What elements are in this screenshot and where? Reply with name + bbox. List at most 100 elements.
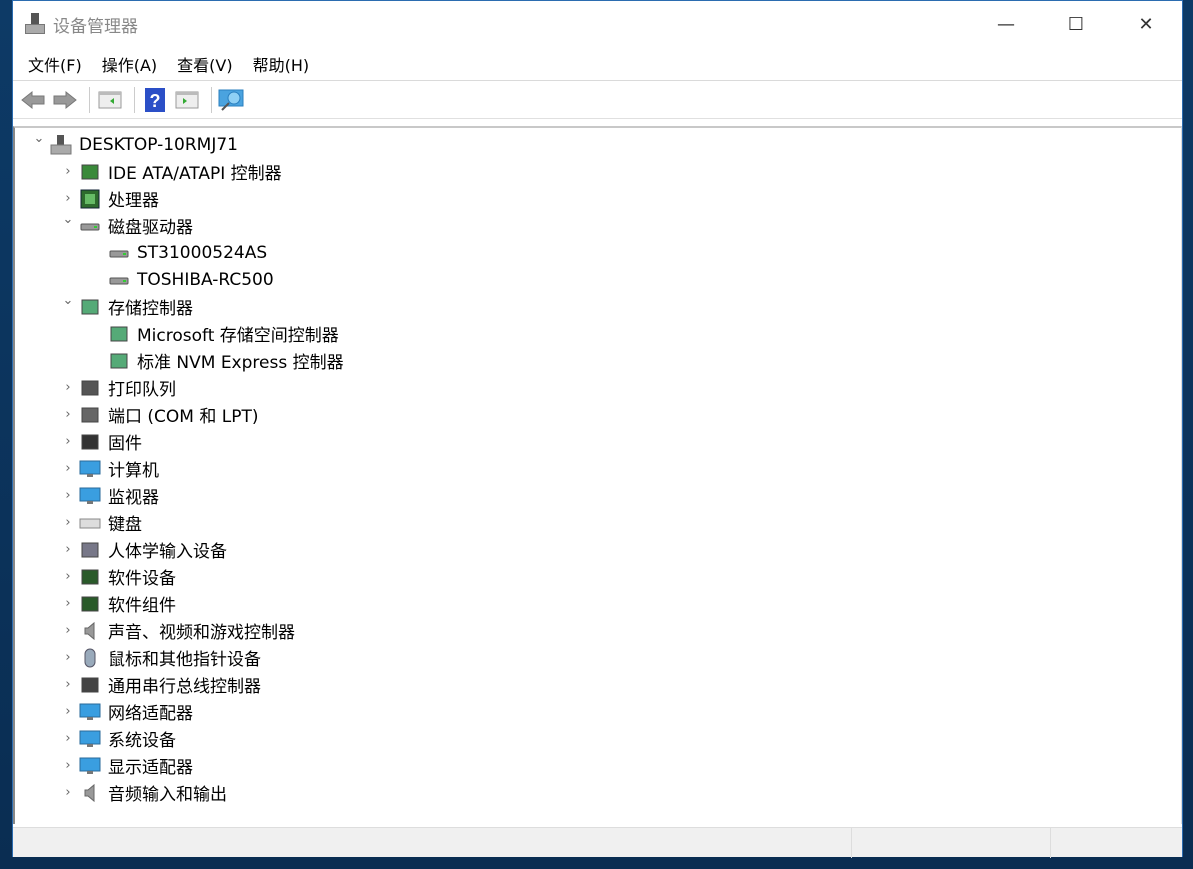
software-device-icon [79,567,101,587]
tree-item-label: 端口 (COM 和 LPT) [108,402,259,427]
chevron-right-icon[interactable]: › [61,731,75,746]
chevron-right-icon[interactable]: › [61,677,75,692]
tree-item-label: 软件组件 [108,591,176,616]
tree-item-label: 音频输入和输出 [108,780,227,805]
tree-item-label: 键盘 [108,510,142,535]
tree-item-label: ST31000524AS [137,243,267,263]
tree-item-label: 打印队列 [108,375,176,400]
forward-arrow-icon[interactable] [51,86,79,114]
chevron-right-icon[interactable]: › [61,785,75,800]
tree-item-label: 磁盘驱动器 [108,213,193,238]
help-icon[interactable]: ? [141,86,169,114]
chevron-right-icon[interactable]: › [61,596,75,611]
menu-view[interactable]: 查看(V) [168,52,241,76]
tree-item[interactable]: ST31000524AS [15,239,1181,266]
tree-item[interactable]: › 端口 (COM 和 LPT) [15,401,1181,428]
chevron-right-icon[interactable]: › [61,407,75,422]
device-manager-icon [25,13,47,35]
tree-item[interactable]: › 监视器 [15,482,1181,509]
show-action-pane-icon[interactable] [173,86,201,114]
tree-item-label: DESKTOP-10RMJ71 [79,135,238,155]
tree-item-label: TOSHIBA-RC500 [137,270,274,290]
firmware-icon [79,432,101,452]
tree-item[interactable]: TOSHIBA-RC500 [15,266,1181,293]
menu-action[interactable]: 操作(A) [93,52,166,76]
storage-controller-icon [79,297,101,317]
toolbar-separator [89,87,90,113]
chevron-down-icon[interactable]: ⌄ [61,293,75,308]
tree-item-label: 人体学输入设备 [108,537,227,562]
menu-file[interactable]: 文件(F) [19,52,91,76]
chevron-down-icon[interactable]: ⌄ [61,212,75,227]
tree-item[interactable]: › 系统设备 [15,725,1181,752]
chevron-right-icon[interactable]: › [61,758,75,773]
tree-item[interactable]: ›固件 [15,428,1181,455]
tree-item[interactable]: › 音频输入和输出 [15,779,1181,806]
chevron-down-icon[interactable]: ⌄ [32,131,46,146]
close-button[interactable]: ✕ [1111,1,1181,47]
network-adapter-icon [79,702,101,722]
tree-item-label: 监视器 [108,483,159,508]
tree-item-label: 标准 NVM Express 控制器 [137,348,344,373]
tree-item[interactable]: Microsoft 存储空间控制器 [15,320,1181,347]
chevron-right-icon[interactable]: › [61,515,75,530]
chevron-right-icon[interactable]: › [61,380,75,395]
tree-item[interactable]: ⌄ DESKTOP-10RMJ71 [15,131,1181,158]
chevron-right-icon[interactable]: › [61,434,75,449]
tree-item-label: 系统设备 [108,726,176,751]
maximize-button[interactable]: ☐ [1041,1,1111,47]
chevron-right-icon[interactable]: › [61,704,75,719]
device-manager-window: 设备管理器 —☐✕ 文件(F) 操作(A) 查看(V) 帮助(H) ? ⌄ DES… [12,0,1183,857]
back-arrow-icon[interactable] [19,86,47,114]
tree-item-label: IDE ATA/ATAPI 控制器 [108,159,282,184]
tree-item[interactable]: ›声音、视频和游戏控制器 [15,617,1181,644]
tree-item[interactable]: › 人体学输入设备 [15,536,1181,563]
speaker-icon [79,783,101,803]
computer-root-icon [50,135,72,155]
chevron-right-icon[interactable]: › [61,164,75,179]
tree-item-label: 通用串行总线控制器 [108,672,261,697]
tree-item[interactable]: › IDE ATA/ATAPI 控制器 [15,158,1181,185]
chevron-right-icon[interactable]: › [61,623,75,638]
tree-item[interactable]: ›网络适配器 [15,698,1181,725]
scan-hardware-icon[interactable] [218,86,246,114]
chevron-right-icon[interactable]: › [61,488,75,503]
tree-item[interactable]: › 打印队列 [15,374,1181,401]
chevron-right-icon[interactable]: › [61,542,75,557]
tree-item-label: 显示适配器 [108,753,193,778]
software-component-icon [79,594,101,614]
processor-icon [79,189,101,209]
ide-controller-icon [79,162,101,182]
tree-item[interactable]: 标准 NVM Express 控制器 [15,347,1181,374]
device-tree: ⌄ DESKTOP-10RMJ71 › IDE ATA/ATAPI 控制器 › 处理器 ⌄ 磁… [13,126,1182,824]
port-icon [79,405,101,425]
tree-item-label: 计算机 [108,456,159,481]
toolbar-separator [211,87,212,113]
toolbar: ? [13,81,1182,119]
tree-item[interactable]: › 通用串行总线控制器 [15,671,1181,698]
tree-item[interactable]: › 显示适配器 [15,752,1181,779]
tree-item[interactable]: › 软件设备 [15,563,1181,590]
computer-icon [79,459,101,479]
tree-item[interactable]: ⌄ 磁盘驱动器 [15,212,1181,239]
title-bar: 设备管理器 —☐✕ [13,1,1182,47]
menu-help[interactable]: 帮助(H) [244,52,319,76]
window-title: 设备管理器 [53,12,138,37]
mouse-icon [79,648,101,668]
tree-item-label: 处理器 [108,186,159,211]
tree-item[interactable]: ›鼠标和其他指针设备 [15,644,1181,671]
chevron-right-icon[interactable]: › [61,191,75,206]
tree-item[interactable]: ⌄存储控制器 [15,293,1181,320]
chevron-right-icon[interactable]: › [61,650,75,665]
toolbar-separator [134,87,135,113]
chevron-right-icon[interactable]: › [61,461,75,476]
tree-item-label: 软件设备 [108,564,176,589]
chevron-right-icon[interactable]: › [61,569,75,584]
tree-item[interactable]: › 软件组件 [15,590,1181,617]
show-hide-console-tree-icon[interactable] [96,86,124,114]
usb-icon [79,675,101,695]
minimize-button[interactable]: — [971,1,1041,47]
tree-item[interactable]: › 键盘 [15,509,1181,536]
tree-item[interactable]: › 处理器 [15,185,1181,212]
tree-item[interactable]: › 计算机 [15,455,1181,482]
